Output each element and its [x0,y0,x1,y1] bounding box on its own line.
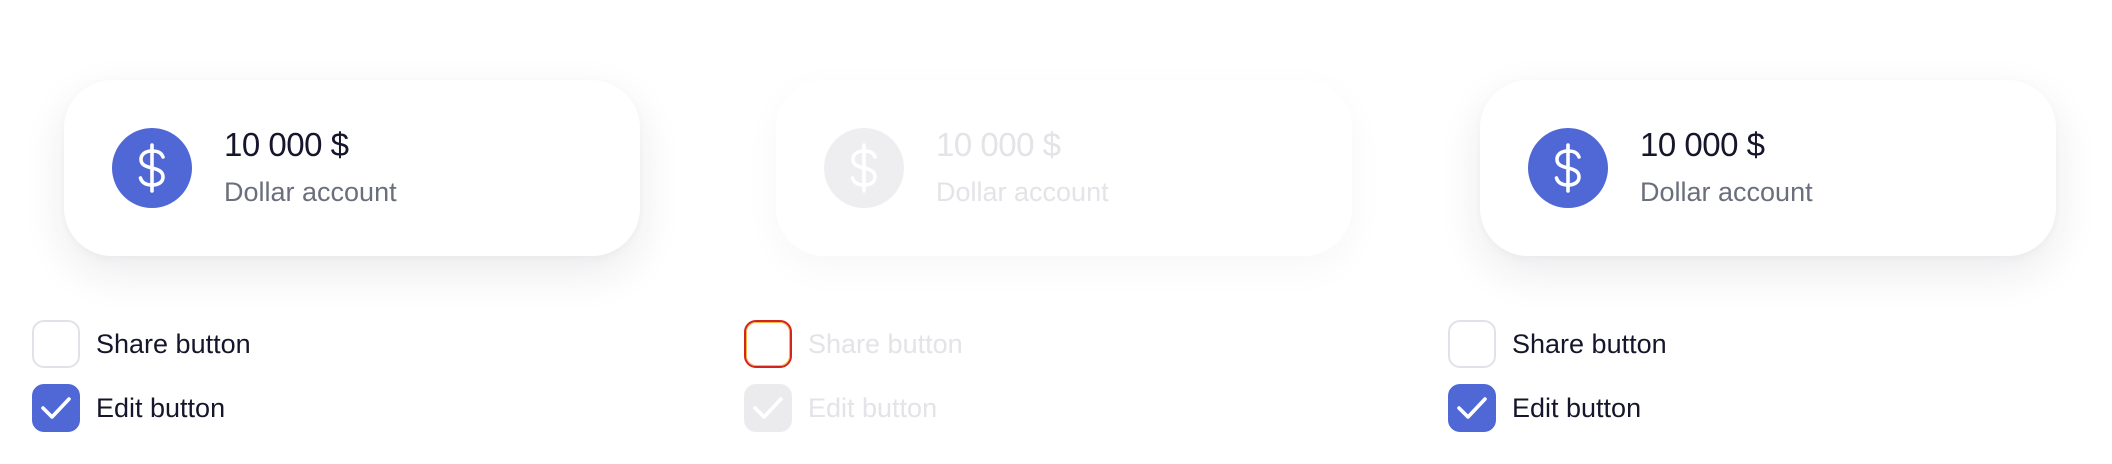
share-button-checkbox[interactable] [32,320,80,368]
account-name: Dollar account [224,177,397,207]
checkmark-icon [41,397,71,419]
edit-button-checkbox[interactable] [32,384,80,432]
edit-button-option[interactable]: Edit button [1448,384,1848,432]
edit-button-option: Edit button [744,384,1144,432]
edit-button-label: Edit button [808,392,938,423]
share-button-label: Share button [808,328,963,359]
share-button-checkbox[interactable] [1448,320,1496,368]
account-card-variants: 10 000 $ Dollar account Share button Edi… [0,0,2112,464]
account-card[interactable]: 10 000 $ Dollar account [64,80,640,256]
variant-panel-disabled: 10 000 $ Dollar account Share button Edi… [712,0,1400,464]
checkmark-icon [753,397,783,419]
share-button-checkbox [744,320,792,368]
account-name: Dollar account [1640,177,1813,207]
share-button-option[interactable]: Share button [1448,320,1848,368]
variant-panel-default: 10 000 $ Dollar account Share button Edi… [0,0,688,464]
account-card[interactable]: 10 000 $ Dollar account [1480,80,2056,256]
account-amount: 10 000 $ [224,126,349,163]
edit-button-checkbox[interactable] [1448,384,1496,432]
variant-panel-default: 10 000 $ Dollar account Share button Edi… [1416,0,2104,464]
edit-button-checkbox [744,384,792,432]
share-button-label: Share button [96,328,251,359]
edit-button-option[interactable]: Edit button [32,384,432,432]
account-name: Dollar account [936,177,1109,207]
share-button-option: Share button [744,320,1144,368]
account-card: 10 000 $ Dollar account [776,80,1352,256]
dollar-icon [112,128,192,208]
dollar-icon [824,128,904,208]
edit-button-label: Edit button [1512,392,1642,423]
dollar-icon [1528,128,1608,208]
edit-button-label: Edit button [96,392,226,423]
account-amount: 10 000 $ [936,126,1061,163]
account-amount: 10 000 $ [1640,126,1765,163]
checkmark-icon [1457,397,1487,419]
share-button-option[interactable]: Share button [32,320,432,368]
share-button-label: Share button [1512,328,1667,359]
